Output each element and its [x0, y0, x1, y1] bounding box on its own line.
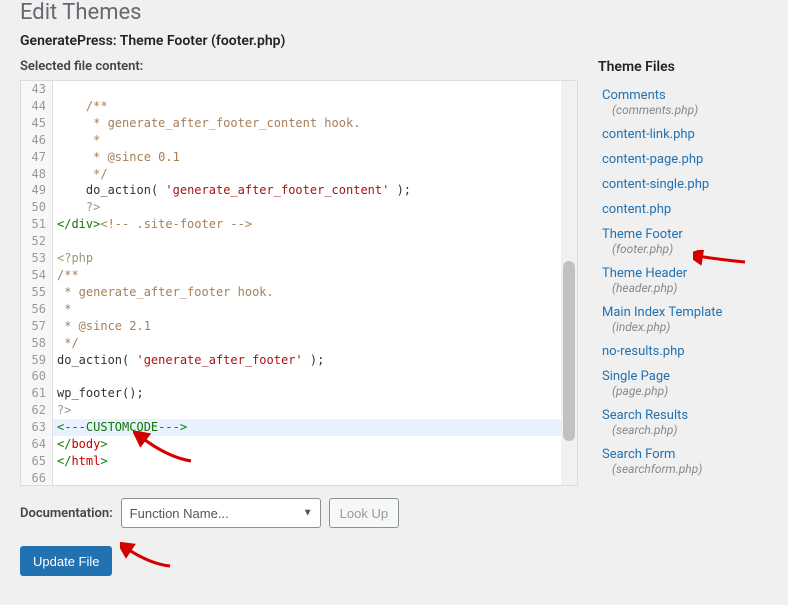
- selected-file-label: Selected file content:: [20, 59, 578, 74]
- code-line[interactable]: 52: [21, 233, 577, 250]
- code-line[interactable]: 50 ?>: [21, 199, 577, 216]
- code-editor[interactable]: 4344 /**45 * generate_after_footer_conte…: [20, 80, 578, 486]
- theme-file-item[interactable]: Single Page(page.php): [598, 364, 768, 403]
- arrow-annotation-update: [120, 542, 174, 570]
- theme-file-sub: (header.php): [602, 281, 768, 295]
- theme-file-link[interactable]: Main Index Template: [602, 305, 722, 320]
- lookup-button[interactable]: Look Up: [329, 498, 399, 528]
- editor-scrollbar[interactable]: [561, 81, 577, 485]
- theme-file-item[interactable]: no-results.php: [598, 339, 768, 364]
- code-line[interactable]: 61wp_footer();: [21, 385, 577, 402]
- code-line[interactable]: 59do_action( 'generate_after_footer' );: [21, 352, 577, 369]
- theme-file-link[interactable]: content-single.php: [602, 177, 709, 192]
- theme-file-link[interactable]: content-link.php: [602, 127, 695, 142]
- theme-file-link[interactable]: Search Form: [602, 447, 675, 462]
- theme-file-item[interactable]: Search Form(searchform.php): [598, 442, 768, 481]
- code-line[interactable]: 43: [21, 81, 577, 98]
- theme-file-link[interactable]: no-results.php: [602, 344, 685, 359]
- code-line[interactable]: 57 * @since 2.1: [21, 318, 577, 335]
- code-line[interactable]: 65</html>: [21, 453, 577, 470]
- code-line[interactable]: 63<---CUSTOMCODE--->: [21, 419, 577, 436]
- theme-file-item[interactable]: Theme Footer(footer.php): [598, 222, 768, 261]
- code-line[interactable]: 51</div><!-- .site-footer -->: [21, 216, 577, 233]
- theme-files-title: Theme Files: [598, 59, 768, 75]
- theme-file-link[interactable]: Search Results: [602, 408, 688, 423]
- theme-file-item[interactable]: Comments(comments.php): [598, 83, 768, 122]
- page-title: Edit Themes: [20, 0, 768, 25]
- code-line[interactable]: 48 */: [21, 166, 577, 183]
- theme-file-link[interactable]: Theme Footer: [602, 227, 683, 242]
- theme-file-link[interactable]: Comments: [602, 88, 666, 103]
- theme-file-link[interactable]: Single Page: [602, 369, 670, 384]
- theme-file-item[interactable]: Search Results(search.php): [598, 403, 768, 442]
- theme-file-item[interactable]: content.php: [598, 197, 768, 222]
- code-line[interactable]: 49 do_action( 'generate_after_footer_con…: [21, 182, 577, 199]
- theme-file-item[interactable]: content-page.php: [598, 147, 768, 172]
- theme-file-item[interactable]: Main Index Template(index.php): [598, 300, 768, 339]
- code-line[interactable]: 55 * generate_after_footer hook.: [21, 284, 577, 301]
- code-line[interactable]: 56 *: [21, 301, 577, 318]
- theme-file-sub: (footer.php): [602, 242, 768, 256]
- code-line[interactable]: 66: [21, 470, 577, 486]
- theme-file-link[interactable]: Theme Header: [602, 266, 687, 281]
- code-line[interactable]: 62?>: [21, 402, 577, 419]
- code-line[interactable]: 54/**: [21, 267, 577, 284]
- code-line[interactable]: 53<?php: [21, 250, 577, 267]
- code-line[interactable]: 47 * @since 0.1: [21, 149, 577, 166]
- theme-file-sub: (searchform.php): [602, 462, 768, 476]
- code-line[interactable]: 58 */: [21, 335, 577, 352]
- theme-file-link[interactable]: content.php: [602, 202, 671, 217]
- theme-file-link[interactable]: content-page.php: [602, 152, 703, 167]
- theme-file-sub: (index.php): [602, 320, 768, 334]
- theme-file-sub: (page.php): [602, 384, 768, 398]
- code-line[interactable]: 46 *: [21, 132, 577, 149]
- documentation-label: Documentation:: [20, 506, 113, 521]
- update-file-button[interactable]: Update File: [20, 546, 112, 576]
- subheading: GeneratePress: Theme Footer (footer.php): [20, 33, 768, 49]
- theme-files-list: Comments(comments.php) content-link.php co…: [598, 83, 768, 481]
- code-line[interactable]: 64</body>: [21, 436, 577, 453]
- code-line[interactable]: 45 * generate_after_footer_content hook.: [21, 115, 577, 132]
- theme-file-item[interactable]: content-single.php: [598, 172, 768, 197]
- theme-file-item[interactable]: content-link.php: [598, 122, 768, 147]
- theme-file-sub: (search.php): [602, 423, 768, 437]
- scroll-thumb[interactable]: [563, 261, 575, 441]
- code-line[interactable]: 60: [21, 368, 577, 385]
- code-line[interactable]: 44 /**: [21, 98, 577, 115]
- theme-file-sub: (comments.php): [602, 103, 768, 117]
- theme-file-item[interactable]: Theme Header(header.php): [598, 261, 768, 300]
- documentation-select[interactable]: Function Name...: [121, 498, 321, 528]
